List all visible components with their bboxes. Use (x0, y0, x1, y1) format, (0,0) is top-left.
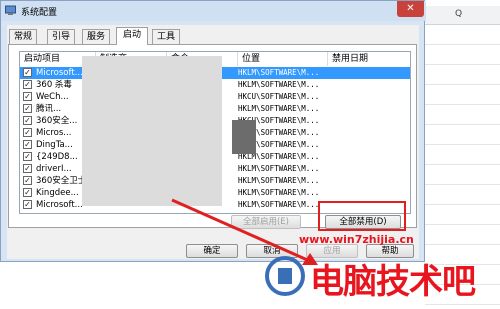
watermark-logo-icon (265, 256, 305, 296)
tab-startup[interactable]: 启动 (116, 27, 148, 45)
watermark-url: www.win7zhijia.cn (299, 233, 414, 246)
watermark-text: 电脑技术吧 (310, 262, 476, 302)
